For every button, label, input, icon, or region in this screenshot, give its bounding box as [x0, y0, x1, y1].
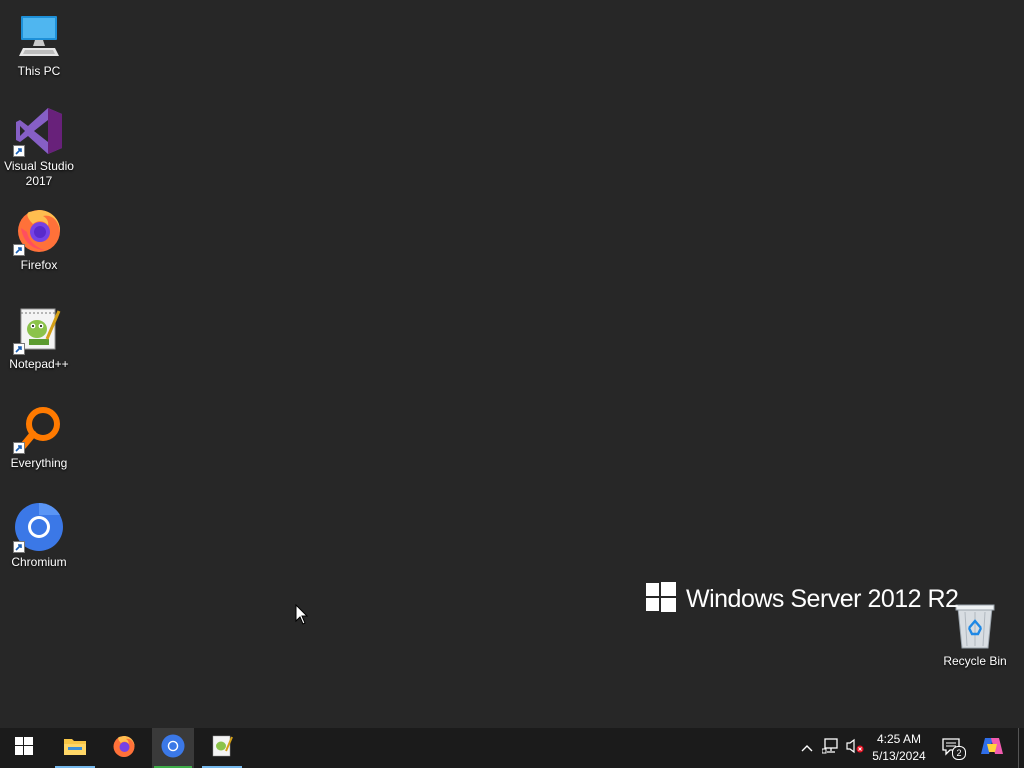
desktop-icon-chromium[interactable]: Chromium — [1, 501, 77, 570]
desktop[interactable]: This PC Visual Studio 2017 Firefox Notep… — [0, 0, 1024, 728]
visual-studio-icon — [13, 105, 65, 157]
taskbar-chromium[interactable] — [152, 728, 194, 768]
notification-icon: 2 — [942, 738, 966, 760]
desktop-icon-everything[interactable]: Everything — [1, 402, 77, 471]
show-hidden-icons-button[interactable] — [797, 728, 817, 768]
desktop-icon-visual-studio[interactable]: Visual Studio 2017 — [1, 105, 77, 189]
show-desktop-button[interactable] — [1018, 728, 1024, 768]
desktop-icon-label: Visual Studio 2017 — [4, 159, 74, 188]
desktop-icon-label: Notepad++ — [9, 357, 69, 371]
desktop-icon-label: Chromium — [11, 555, 67, 569]
taskbar-file-explorer[interactable] — [53, 728, 97, 768]
taskbar-firefox[interactable] — [102, 728, 146, 768]
notepad-plus-plus-icon — [13, 303, 65, 355]
shortcut-arrow-icon — [13, 145, 25, 157]
desktop-icon-firefox[interactable]: Firefox — [1, 204, 77, 273]
shortcut-arrow-icon — [13, 442, 25, 454]
desktop-icon-this-pc[interactable]: This PC — [1, 10, 77, 79]
start-button[interactable] — [2, 728, 46, 768]
copilot-button[interactable] — [977, 728, 1007, 768]
firefox-icon — [112, 734, 136, 763]
shortcut-arrow-icon — [13, 343, 25, 355]
windows-logo-icon — [646, 582, 676, 617]
shortcut-arrow-icon — [13, 244, 25, 256]
windows-server-watermark: Windows Server 2012 R2 — [646, 582, 959, 617]
network-icon — [821, 737, 840, 759]
taskbar: 4:25 AM 5/13/2024 2 — [0, 728, 1024, 768]
watermark-text: Windows Server 2012 R2 — [686, 585, 959, 613]
this-pc-icon — [13, 10, 65, 62]
firefox-icon — [13, 204, 65, 256]
desktop-icon-label: Firefox — [20, 258, 58, 272]
chromium-icon — [161, 733, 185, 763]
taskbar-clock[interactable]: 4:25 AM 5/13/2024 — [862, 728, 936, 768]
action-center-button[interactable]: 2 — [938, 728, 968, 768]
clock-date: 5/13/2024 — [872, 749, 926, 763]
desktop-icon-notepad-plus-plus[interactable]: Notepad++ — [1, 303, 77, 372]
folder-icon — [63, 736, 87, 761]
desktop-icon-label: This PC — [17, 64, 61, 78]
mouse-cursor-icon — [295, 603, 309, 631]
notepad-plus-plus-icon — [210, 734, 234, 763]
chromium-icon — [13, 501, 65, 553]
shortcut-arrow-icon — [13, 541, 25, 553]
desktop-icon-label: Everything — [10, 456, 68, 470]
chevron-up-icon — [801, 739, 813, 757]
copilot-icon — [981, 736, 1003, 761]
start-windows-icon — [15, 736, 33, 760]
everything-search-icon — [13, 402, 65, 454]
clock-time: 4:25 AM — [876, 732, 922, 746]
network-tray-button[interactable] — [820, 728, 842, 768]
desktop-icon-label: Recycle Bin — [943, 654, 1007, 668]
taskbar-notepad-plus-plus[interactable] — [200, 728, 244, 768]
notification-count-badge: 2 — [952, 746, 966, 760]
